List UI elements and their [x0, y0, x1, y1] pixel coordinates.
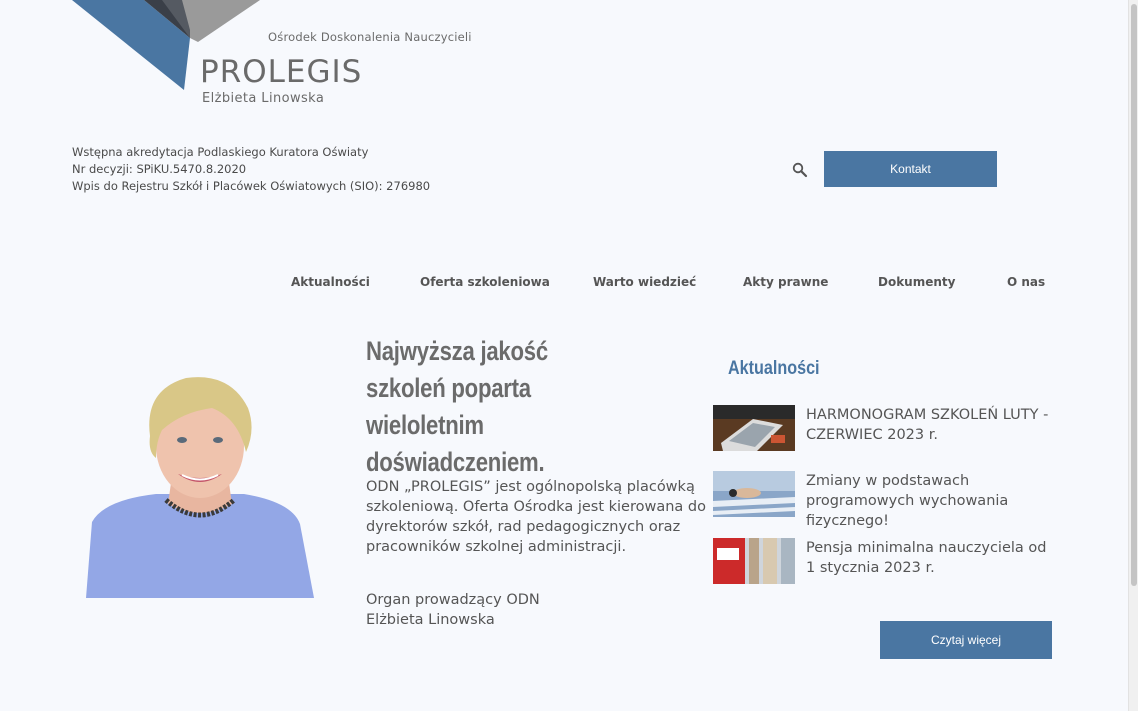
- decision-number: Nr decyzji: SPiKU.5470.8.2020: [72, 162, 247, 176]
- news-item[interactable]: HARMONOGRAM SZKOLEŃ LUTY - CZERWIEC 2023…: [713, 405, 1058, 451]
- hero-title: Najwyższa jakość szkoleń poparta wielole…: [366, 336, 548, 477]
- organ-info: Organ prowadzący ODN Elżbieta Linowska: [366, 590, 540, 630]
- logo-owner: Elżbieta Linowska: [202, 91, 325, 106]
- contact-button[interactable]: Kontakt: [824, 151, 997, 187]
- news-thumbnail: [713, 538, 795, 584]
- news-item[interactable]: Zmiany w podstawach programowych wychowa…: [713, 471, 1058, 529]
- organ-name: Elżbieta Linowska: [366, 612, 495, 628]
- logo-brand: PROLEGIS: [200, 54, 363, 90]
- nav-item-about-us[interactable]: O nas: [1007, 275, 1045, 289]
- news-heading: Aktualności: [728, 358, 820, 379]
- news-thumbnail: [713, 471, 795, 517]
- site-logo[interactable]: Ośrodek Doskonalenia Nauczycieli PROLEGI…: [72, 0, 492, 112]
- accreditation-info: Wstępna akredytacja Podlaskiego Kuratora…: [72, 144, 430, 195]
- portrait-photo: [86, 372, 314, 598]
- read-more-button[interactable]: Czytaj więcej: [880, 621, 1052, 659]
- accreditation-line: Wstępna akredytacja Podlaskiego Kuratora…: [72, 145, 369, 159]
- page-scrollbar[interactable]: [1128, 0, 1138, 711]
- nav-item-worth-knowing[interactable]: Warto wiedzieć: [593, 275, 696, 289]
- scrollbar-thumb[interactable]: [1131, 4, 1137, 586]
- search-icon[interactable]: [792, 162, 808, 178]
- hero-description: ODN „PROLEGIS” jest ogólnopolską placówk…: [366, 479, 706, 555]
- organ-label: Organ prowadzący ODN: [366, 592, 540, 608]
- registry-entry: Wpis do Rejestru Szkół i Placówek Oświat…: [72, 179, 431, 193]
- logo-subtitle: Ośrodek Doskonalenia Nauczycieli: [268, 30, 472, 44]
- news-title: Pensja minimalna nauczyciela od 1 styczn…: [806, 540, 1047, 576]
- nav-item-training-offer[interactable]: Oferta szkoleniowa: [420, 275, 550, 289]
- news-title: Zmiany w podstawach programowych wychowa…: [806, 473, 1009, 529]
- nav-item-news[interactable]: Aktualności: [291, 275, 370, 289]
- news-thumbnail: [713, 405, 795, 451]
- nav-item-legal-acts[interactable]: Akty prawne: [743, 275, 828, 289]
- news-item[interactable]: Pensja minimalna nauczyciela od 1 styczn…: [713, 538, 1058, 584]
- nav-item-documents[interactable]: Dokumenty: [878, 275, 955, 289]
- news-title: HARMONOGRAM SZKOLEŃ LUTY - CZERWIEC 2023…: [806, 407, 1049, 443]
